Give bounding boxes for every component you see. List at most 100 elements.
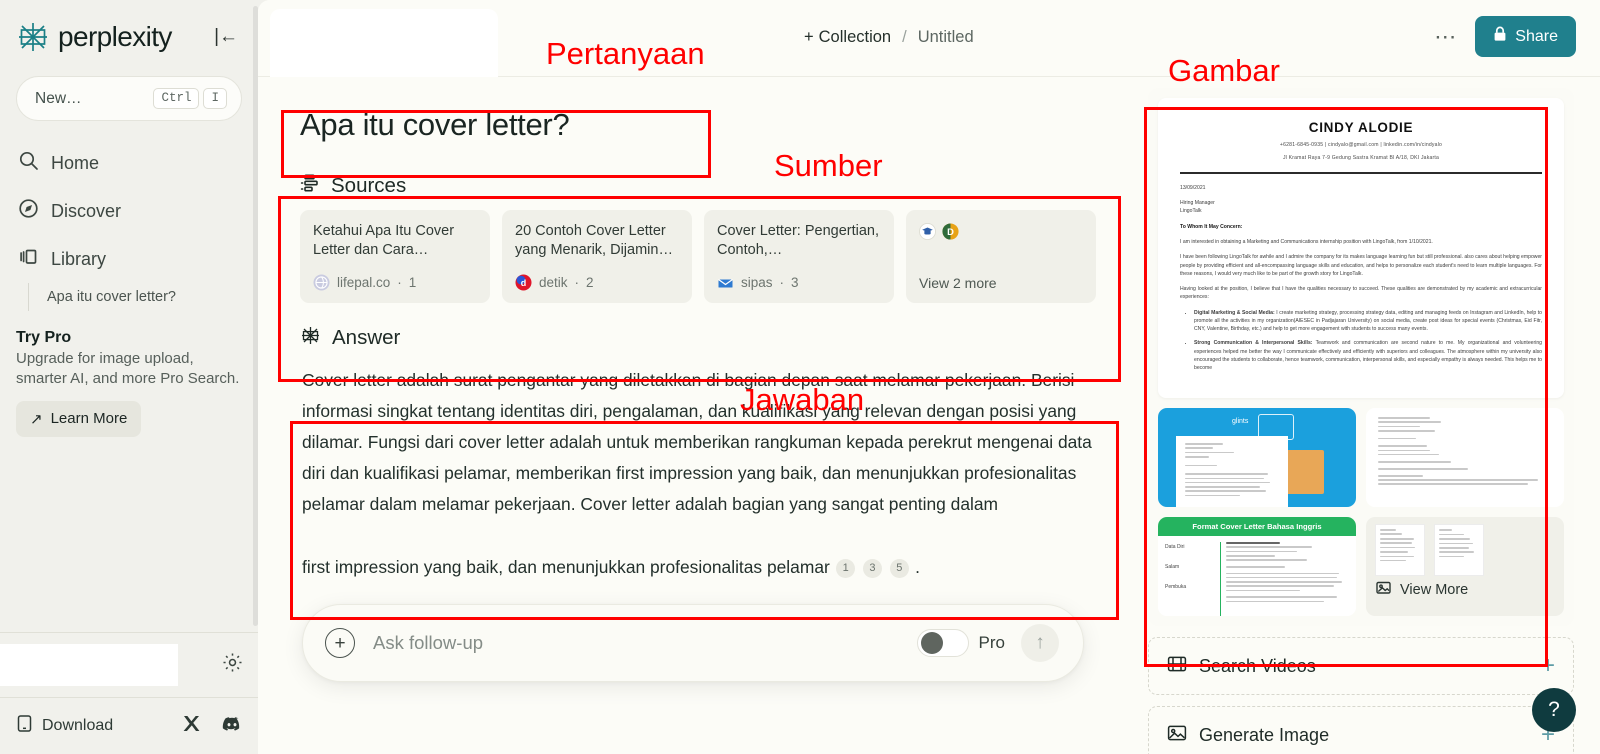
video-icon (1167, 655, 1187, 678)
discord-icon[interactable] (222, 716, 242, 737)
follow-up-input[interactable] (373, 632, 917, 654)
answer-label: Answer (332, 326, 401, 349)
sources-list: Ketahui Apa Itu Cover Letter dan Cara… l… (300, 210, 1112, 303)
breadcrumb: + Collection / Untitled (804, 28, 974, 47)
globe-favicon (313, 274, 330, 291)
source-dot: · (397, 275, 402, 290)
view-more-images-button[interactable]: View More (1366, 576, 1564, 599)
image-stack-icon (1376, 580, 1393, 599)
sidebar-footer: Download (0, 698, 258, 754)
format-cover-letter-thumb[interactable]: Format Cover Letter Bahasa Inggris Data … (1158, 517, 1356, 616)
gradcap-favicon (919, 223, 936, 240)
generate-image-action[interactable]: Generate Image + (1148, 706, 1574, 754)
glints-cover-letter-thumb[interactable]: glints (1158, 408, 1356, 507)
letter-para-1: I am interested in obtaining a Marketing… (1180, 239, 1433, 246)
brand-row: perplexity |← (16, 20, 242, 54)
image-icon (1167, 724, 1187, 747)
source-dot: · (574, 275, 580, 290)
kbd-i: I (203, 88, 227, 109)
citation-badge[interactable]: 3 (862, 559, 882, 579)
citation-badge[interactable]: 1 (836, 559, 856, 579)
library-icon (18, 246, 39, 272)
sidebar-item-label: Library (51, 248, 107, 269)
letter-date: 13/09/2021 (1180, 184, 1206, 191)
send-button[interactable]: ↑ (1021, 624, 1059, 662)
answer-tail: first impression yang baik, dan menunjuk… (300, 550, 1112, 583)
follow-up-bar: + Pro ↑ (302, 604, 1084, 682)
sources-list-icon (300, 173, 320, 198)
source-domain: lifepal.co (337, 275, 391, 290)
pro-toggle[interactable] (916, 629, 969, 657)
source-domain: detik (539, 275, 568, 290)
format-row-label: Salam (1165, 564, 1180, 570)
search-videos-label: Search Videos (1199, 655, 1316, 676)
brand-name: perplexity (58, 21, 172, 52)
new-thread-shortcut: Ctrl I (153, 88, 227, 109)
letter-bullet-2: Strong Communication & Interpersonal Ski… (1194, 339, 1542, 372)
ellipsis-icon[interactable]: ⋯ (1434, 25, 1457, 47)
thread-title-breadcrumb[interactable]: Untitled (918, 28, 974, 47)
source-title: Cover Letter: Pengertian, Contoh,… (717, 223, 880, 259)
search-icon (18, 150, 39, 176)
sidebar: perplexity |← New… Ctrl I Home Discover … (0, 0, 258, 754)
cover-letter-image: CINDY ALODIE +6281-6845-0935 | cindyalo@… (1158, 98, 1564, 398)
lock-icon (1493, 26, 1507, 47)
arrow-up-right-icon: ↗ (30, 410, 43, 428)
download-button[interactable]: Download (16, 714, 113, 738)
source-dot: · (779, 275, 785, 290)
media-panel: CINDY ALODIE +6281-6845-0935 | cindyalo@… (1138, 0, 1600, 754)
perplexity-logo-icon (16, 20, 50, 54)
try-pro-title: Try Pro (16, 329, 72, 346)
compass-icon (18, 198, 39, 224)
letter-para-2: I have been following LingoTalk for awhi… (1180, 254, 1542, 277)
add-collection-button[interactable]: + Collection (804, 28, 891, 47)
search-videos-action[interactable]: Search Videos + (1148, 637, 1574, 695)
gear-icon[interactable] (221, 651, 244, 679)
citation-badge[interactable]: 5 (889, 559, 909, 579)
collection-label: Collection (818, 28, 892, 46)
source-index: 2 (586, 275, 594, 290)
view-more-thumb[interactable]: View More (1366, 517, 1564, 616)
answer-tail-text: first impression yang baik, dan menunjuk… (302, 556, 830, 577)
answer-heading: Answer (300, 325, 1112, 351)
source-card[interactable]: Ketahui Apa Itu Cover Letter dan Cara… l… (300, 210, 490, 303)
format-row-label: Pembuka (1165, 584, 1187, 590)
source-index: 1 (408, 275, 417, 290)
breadcrumb-separator: / (902, 28, 907, 46)
main-area: + Collection / Untitled ⋯ Share Apa itu … (258, 0, 1600, 754)
sidebar-item-discover[interactable]: Discover (16, 187, 242, 235)
letter-recipient-2: LingoTalk (1180, 208, 1202, 215)
letter-bullet-1-title: Digital Marketing & Social Media: (1194, 309, 1275, 316)
help-button[interactable]: ? (1532, 688, 1576, 732)
glints-brand-label: glints (1232, 418, 1249, 425)
format-thumb-header: Format Cover Letter Bahasa Inggris (1158, 517, 1356, 536)
kbd-ctrl: Ctrl (153, 88, 200, 109)
source-domain: sipas (741, 275, 773, 290)
letter-salutation: To Whom It May Concern: (1180, 223, 1243, 230)
sidebar-item-label: Discover (51, 200, 122, 221)
plus-circle-icon[interactable]: + (325, 628, 355, 658)
learn-more-button[interactable]: ↗ Learn More (16, 400, 142, 437)
view-more-images-label: View More (1400, 581, 1469, 598)
perplexity-mark-icon (300, 325, 321, 351)
plus-icon[interactable]: + (1541, 654, 1555, 678)
topbar: + Collection / Untitled ⋯ Share (258, 0, 1600, 77)
source-card[interactable]: 20 Contoh Cover Letter yang Menarik, Dij… (502, 210, 692, 303)
x-twitter-icon[interactable] (183, 715, 200, 737)
source-index: 3 (791, 275, 799, 290)
share-button[interactable]: Share (1475, 16, 1576, 57)
new-thread-button[interactable]: New… Ctrl I (16, 76, 242, 121)
sidebar-item-library[interactable]: Library (16, 235, 242, 283)
account-row[interactable] (0, 633, 258, 697)
try-pro-description: Upgrade for image upload, smarter AI, an… (16, 350, 240, 387)
text-document-thumb[interactable] (1366, 408, 1564, 507)
try-pro-card: Try Pro Upgrade for image upload, smarte… (0, 311, 258, 437)
letter-preview-card[interactable]: CINDY ALODIE +6281-6845-0935 | cindyalo@… (1148, 88, 1574, 626)
view-more-sources-card[interactable]: D View 2 more (906, 210, 1096, 303)
sidebar-item-home[interactable]: Home (16, 139, 242, 187)
learn-more-label: Learn More (50, 410, 128, 428)
library-thread-item[interactable]: Apa itu cover letter? (28, 283, 242, 311)
sources-label: Sources (331, 173, 407, 197)
source-card[interactable]: Cover Letter: Pengertian, Contoh,… sipas… (704, 210, 894, 303)
collapse-left-icon[interactable]: |← (210, 24, 242, 50)
